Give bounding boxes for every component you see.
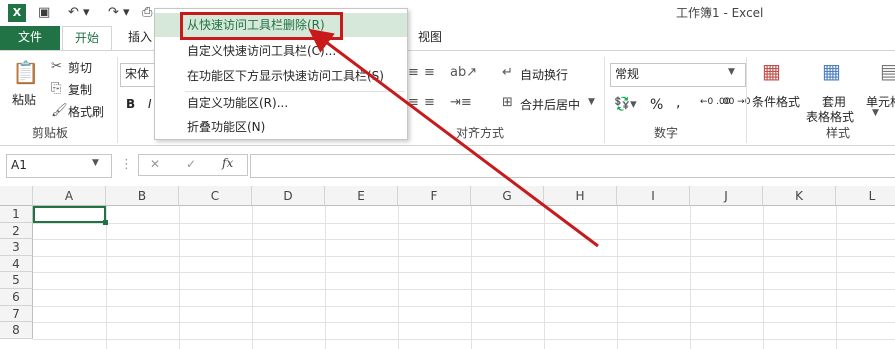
annotation-arrow: [308, 28, 599, 248]
arrow-line: [308, 28, 599, 248]
